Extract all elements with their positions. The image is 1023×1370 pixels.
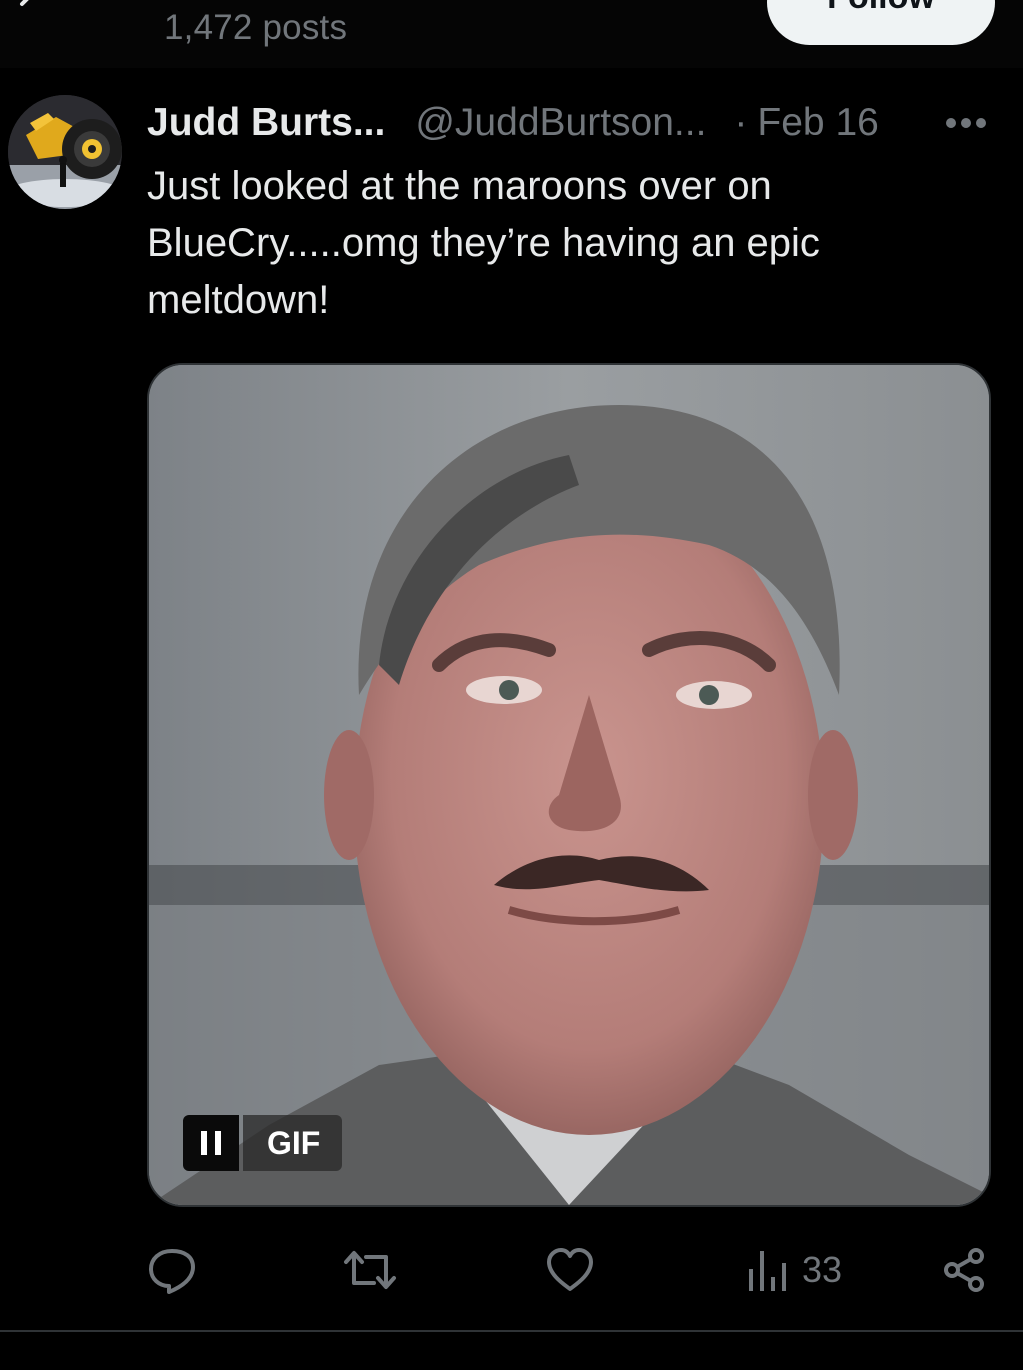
heart-icon <box>547 1248 593 1291</box>
follow-button[interactable]: Follow <box>767 0 995 45</box>
post-divider <box>0 1330 1023 1332</box>
pause-button[interactable] <box>183 1115 239 1171</box>
share-button[interactable] <box>942 1240 988 1300</box>
views-button[interactable]: 33 <box>746 1240 842 1300</box>
post-actions: 33 <box>0 1240 1023 1300</box>
posts-count: 1,472 posts <box>164 8 348 47</box>
display-name[interactable]: Judd Burts... <box>147 101 385 145</box>
repost-icon <box>344 1251 396 1289</box>
pause-icon <box>201 1131 221 1155</box>
profile-header: 1,472 posts Follow <box>0 0 1023 68</box>
post-header: Judd Burts... @JuddBurtson... · Feb 16 <box>147 98 879 148</box>
gif-controls: GIF <box>183 1115 343 1171</box>
avatar[interactable] <box>8 95 122 209</box>
reply-icon <box>149 1249 195 1294</box>
views-icon <box>749 1251 786 1291</box>
more-options-icon[interactable] <box>940 108 990 138</box>
avatar-image <box>8 95 122 209</box>
post-media-gif[interactable]: GIF <box>147 363 991 1207</box>
share-icon <box>944 1248 984 1292</box>
post-date[interactable]: Feb 16 <box>757 101 878 145</box>
repost-button[interactable] <box>342 1240 398 1300</box>
views-count: 33 <box>802 1249 843 1290</box>
reply-button[interactable] <box>147 1240 197 1300</box>
gif-image <box>149 365 989 1205</box>
like-button[interactable] <box>545 1240 595 1300</box>
back-arrow-icon[interactable] <box>12 0 42 16</box>
dot-separator: · <box>734 101 748 144</box>
post-text: Just looked at the maroons over on BlueC… <box>147 164 820 322</box>
gif-badge: GIF <box>243 1115 343 1171</box>
user-handle[interactable]: @JuddBurtson... <box>415 101 706 145</box>
